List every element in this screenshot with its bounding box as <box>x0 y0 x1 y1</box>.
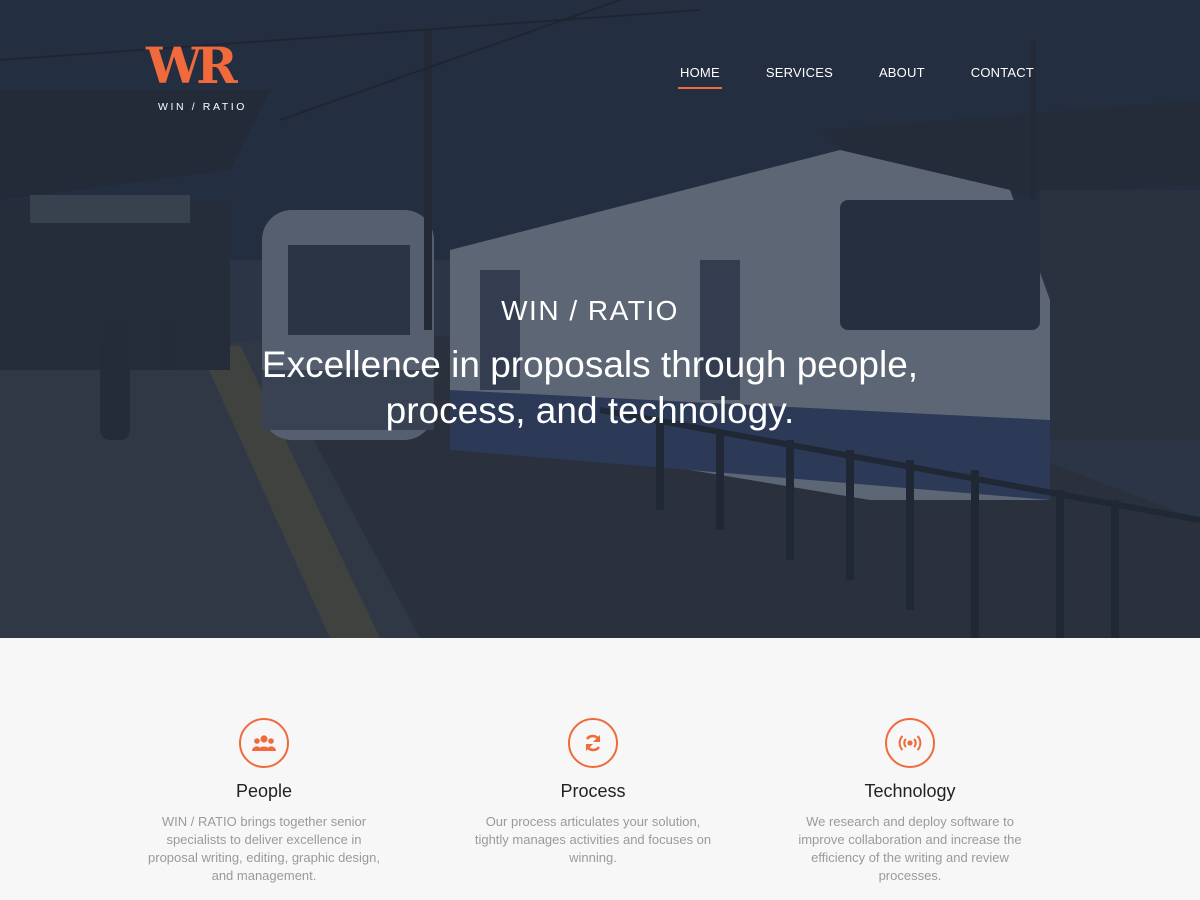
main-nav: HOME SERVICES ABOUT CONTACT <box>634 65 1034 89</box>
logo[interactable]: WR WIN / RATIO <box>146 40 258 116</box>
hero-headline-line-2: process, and technology. <box>385 390 795 431</box>
feature-technology: Technology We research and deploy softwa… <box>790 718 1030 885</box>
broadcast-icon <box>885 718 935 768</box>
feature-body: Our process articulates your solution, t… <box>474 814 712 865</box>
feature-body: WIN / RATIO brings together senior speci… <box>148 814 380 883</box>
feature-process: Process Our process articulates your sol… <box>473 718 713 867</box>
nav-about[interactable]: ABOUT <box>879 65 925 88</box>
people-icon <box>239 718 289 768</box>
refresh-icon <box>568 718 618 768</box>
feature-title: People <box>235 781 293 801</box>
nav-services[interactable]: SERVICES <box>766 65 833 88</box>
feature-people: People WIN / RATIO brings together senio… <box>144 718 384 885</box>
feature-title: Technology <box>864 781 956 801</box>
hero-headline: Excellence in proposals through people, … <box>0 342 1180 434</box>
logo-text: WIN / RATIO <box>158 101 248 113</box>
hero-eyebrow: WIN / RATIO <box>501 295 679 326</box>
feature-body: We research and deploy software to impro… <box>798 814 1022 883</box>
hero-section: WR WIN / RATIO HOME SERVICES ABOUT CONTA… <box>0 0 1200 638</box>
logo-mark: WR <box>146 36 238 95</box>
nav-home[interactable]: HOME <box>678 65 722 89</box>
features-section: People WIN / RATIO brings together senio… <box>0 638 1200 900</box>
hero-headline-line-1: Excellence in proposals through people, <box>261 344 919 385</box>
nav-contact[interactable]: CONTACT <box>971 65 1034 88</box>
feature-title: Process <box>560 781 626 801</box>
